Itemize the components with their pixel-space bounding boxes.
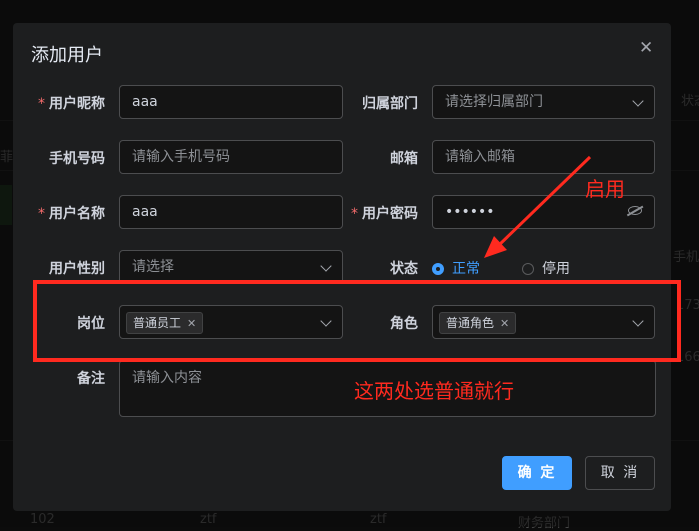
gender-label: 用户性别 (49, 261, 105, 277)
eye-hidden-icon[interactable] (628, 206, 642, 215)
status-radio-normal[interactable]: 正常 (432, 258, 480, 278)
username-input[interactable]: aaa (119, 195, 343, 229)
required-mark: * (351, 206, 358, 222)
gender-placeholder: 请选择 (132, 259, 174, 275)
nickname-input[interactable]: aaa (119, 85, 343, 119)
radio-checked-icon (432, 263, 444, 275)
required-mark: * (38, 96, 45, 112)
dialog-title: 添加用户 (31, 45, 103, 66)
email-label: 邮箱 (390, 151, 418, 167)
annotation-enable-label: 启用 (585, 177, 625, 201)
phone-placeholder: 请输入手机号码 (132, 149, 230, 165)
password-value: •••••• (445, 204, 495, 220)
add-user-dialog: 添加用户 ✕ * 用户昵称 aaa 归属部门 请选择归属部门 手机号码 请输入手机… (13, 23, 671, 511)
chevron-down-icon (632, 95, 644, 107)
password-label: * 用户密码 (351, 206, 418, 222)
chevron-down-icon (320, 260, 332, 272)
remark-label: 备注 (77, 371, 105, 387)
dept-label: 归属部门 (362, 96, 418, 112)
gender-select[interactable]: 请选择 (119, 250, 343, 284)
status-radio-disabled[interactable]: 停用 (522, 258, 570, 278)
annotation-highlight-box (33, 280, 681, 362)
email-placeholder: 请输入邮箱 (445, 149, 515, 165)
annotation-note-label: 这两处选普通就行 (354, 379, 514, 403)
phone-label: 手机号码 (49, 151, 105, 167)
close-icon[interactable]: ✕ (639, 39, 653, 57)
email-input[interactable]: 请输入邮箱 (432, 140, 655, 174)
required-mark: * (38, 206, 45, 222)
cancel-button[interactable]: 取 消 (585, 456, 655, 490)
username-label: * 用户名称 (38, 206, 105, 222)
radio-unchecked-icon (522, 263, 534, 275)
dept-placeholder: 请选择归属部门 (445, 94, 543, 110)
status-label: 状态 (390, 261, 418, 277)
confirm-button[interactable]: 确 定 (502, 456, 572, 490)
dept-select[interactable]: 请选择归属部门 (432, 85, 655, 119)
phone-input[interactable]: 请输入手机号码 (119, 140, 343, 174)
nickname-label: * 用户昵称 (38, 96, 105, 112)
